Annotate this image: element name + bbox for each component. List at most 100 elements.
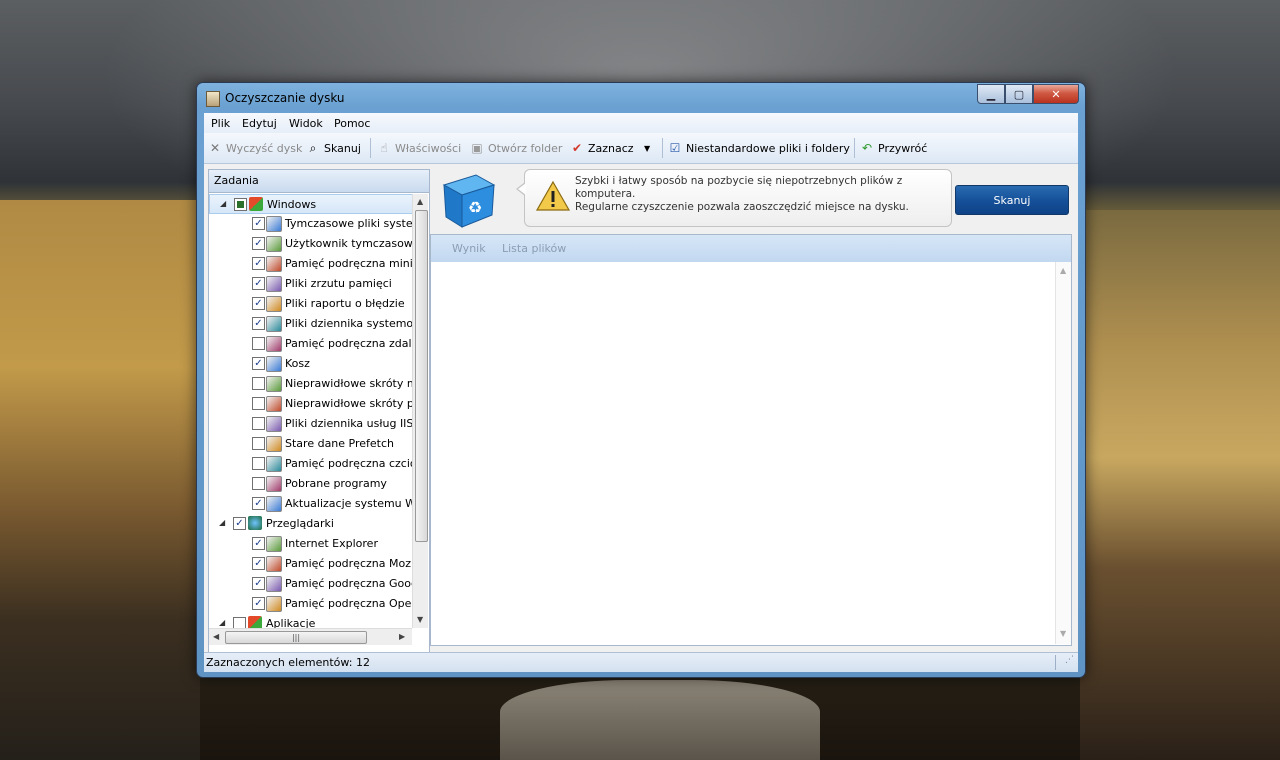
menu-view[interactable]: Widok [289, 117, 323, 130]
menu-file[interactable]: Plik [211, 117, 230, 130]
item-checkbox[interactable]: ✓ [252, 277, 265, 290]
scroll-left-icon[interactable]: ◀ [213, 632, 219, 641]
item-checkbox[interactable] [252, 337, 265, 350]
restore-button[interactable]: ↶ Przywróć [860, 140, 927, 156]
item-checkbox[interactable] [252, 477, 265, 490]
status-text: Zaznaczonych elementów: 12 [206, 656, 370, 669]
tree-item[interactable]: Nieprawidłowe skróty pulp [209, 394, 412, 414]
item-label: Pamięć podręczna zdalneg [285, 337, 412, 350]
group-icon [248, 616, 262, 628]
tree-group[interactable]: ◢ Aplikacje [209, 614, 412, 628]
select-button[interactable]: ✔ Zaznacz [570, 140, 634, 156]
scroll-down-icon[interactable]: ▼ [417, 615, 423, 624]
item-icon [266, 576, 282, 592]
item-checkbox[interactable]: ✓ [252, 357, 265, 370]
item-checkbox[interactable] [252, 377, 265, 390]
tree-item[interactable]: ✓ Internet Explorer [209, 534, 412, 554]
item-icon [266, 296, 282, 312]
item-label: Pamięć podręczna Google ( [285, 577, 412, 590]
collapse-triangle-icon[interactable]: ◢ [219, 618, 228, 627]
window-title: Oczyszczanie dysku [225, 91, 345, 105]
tree-item[interactable]: ✓ Pamięć podręczna miniatur [209, 254, 412, 274]
results-vertical-scrollbar[interactable]: ▲ ▼ [1055, 262, 1071, 644]
scroll-right-icon[interactable]: ▶ [399, 632, 405, 641]
close-button[interactable]: ✕ [1033, 84, 1079, 104]
scroll-down-icon[interactable]: ▼ [1060, 629, 1066, 638]
tree-item[interactable]: ✓ Pamięć podręczna Mozilla F [209, 554, 412, 574]
menu-edit[interactable]: Edytuj [242, 117, 277, 130]
scan-button[interactable]: Skanuj [955, 185, 1069, 215]
minimize-button[interactable]: ▁ [977, 84, 1005, 104]
tab-result[interactable]: Wynik [452, 242, 486, 255]
item-icon [266, 236, 282, 252]
tree-item[interactable]: ✓ Aktualizacje systemu Wind [209, 494, 412, 514]
select-dropdown-arrow[interactable]: ▼ [644, 140, 650, 156]
tree-item[interactable]: Pobrane programy [209, 474, 412, 494]
tree-item[interactable]: Pliki dziennika usług IIS [209, 414, 412, 434]
item-label: Tymczasowe pliki systemu [285, 217, 412, 230]
item-checkbox[interactable] [252, 457, 265, 470]
scroll-up-icon[interactable]: ▲ [1060, 266, 1066, 275]
info-line-2: komputera. [575, 188, 636, 200]
item-checkbox[interactable]: ✓ [252, 217, 265, 230]
tree-item[interactable]: ✓ Użytkownik tymczasowy [209, 234, 412, 254]
tree-item[interactable]: ✓ Pliki raportu o błędzie [209, 294, 412, 314]
toolbar: ✕ Wyczyść dysk ⌕ Skanuj ☝ Właściwości ▣ … [204, 133, 1078, 164]
item-checkbox[interactable]: ✓ [252, 497, 265, 510]
item-checkbox[interactable]: ✓ [252, 237, 265, 250]
maximize-button[interactable]: ▢ [1005, 84, 1033, 104]
item-checkbox[interactable]: ✓ [252, 597, 265, 610]
item-checkbox[interactable]: ✓ [252, 577, 265, 590]
custom-files-button[interactable]: ☑ Niestandardowe pliki i foldery [668, 140, 850, 156]
item-checkbox[interactable]: ✓ [252, 317, 265, 330]
tree-item[interactable]: ✓ Tymczasowe pliki systemu [209, 214, 412, 234]
tree-item[interactable]: ✓ Pamięć podręczna Google ( [209, 574, 412, 594]
clean-disk-button[interactable]: ✕ Wyczyść dysk [208, 140, 302, 156]
group-checkbox[interactable] [233, 617, 246, 628]
scan-toolbar-button[interactable]: ⌕ Skanuj [306, 140, 361, 156]
broom-icon: ✕ [209, 141, 221, 155]
item-label: Pamięć podręczna Mozilla F [285, 557, 412, 570]
properties-button[interactable]: ☝ Właściwości [377, 140, 461, 156]
scroll-thumb[interactable]: ||| [225, 631, 367, 644]
tree-item[interactable]: Pamięć podręczna zdalneg [209, 334, 412, 354]
tree-item[interactable]: ✓ Kosz [209, 354, 412, 374]
toolbar-separator [370, 138, 371, 158]
tree-group[interactable]: ◢ Windows [209, 194, 412, 214]
menu-help[interactable]: Pomoc [334, 117, 370, 130]
item-label: Użytkownik tymczasowy [285, 237, 412, 250]
item-icon [266, 316, 282, 332]
tasks-vertical-scrollbar[interactable]: ▲ ▼ [412, 194, 428, 628]
item-checkbox[interactable]: ✓ [252, 537, 265, 550]
scroll-up-icon[interactable]: ▲ [417, 197, 423, 206]
resize-grip-icon[interactable]: ⋰ [1062, 656, 1074, 669]
magnifier-icon: ⌕ [309, 140, 317, 155]
tree-item[interactable]: ✓ Pliki dziennika systemoweg [209, 314, 412, 334]
open-folder-button[interactable]: ▣ Otwórz folder [470, 140, 562, 156]
item-checkbox[interactable] [252, 417, 265, 430]
tree-item[interactable]: ✓ Pliki zrzutu pamięci [209, 274, 412, 294]
tree-item[interactable]: Stare dane Prefetch [209, 434, 412, 454]
tree-item[interactable]: ✓ Pamięć podręczna Opera [209, 594, 412, 614]
tree-group[interactable]: ◢ ✓ Przeglądarki [209, 514, 412, 534]
group-checkbox[interactable] [234, 198, 247, 211]
app-icon [206, 91, 220, 107]
tab-file-list[interactable]: Lista plików [502, 242, 566, 255]
collapse-triangle-icon[interactable]: ◢ [219, 518, 228, 527]
item-checkbox[interactable] [252, 437, 265, 450]
item-checkbox[interactable] [252, 397, 265, 410]
tree-item[interactable]: Pamięć podręczna czcionki [209, 454, 412, 474]
collapse-triangle-icon[interactable]: ◢ [220, 199, 229, 208]
item-checkbox[interactable]: ✓ [252, 297, 265, 310]
info-line-3: Regularne czyszczenie pozwala zaoszczędz… [575, 201, 909, 213]
group-checkbox[interactable]: ✓ [233, 517, 246, 530]
scroll-thumb[interactable] [415, 210, 428, 542]
group-icon [249, 197, 263, 211]
item-checkbox[interactable]: ✓ [252, 557, 265, 570]
tasks-horizontal-scrollbar[interactable]: ◀ ||| ▶ [209, 628, 412, 645]
item-label: Pamięć podręczna czcionki [285, 457, 412, 470]
tree-item[interactable]: Nieprawidłowe skróty men [209, 374, 412, 394]
wallpaper-right [1080, 210, 1280, 760]
title-bar[interactable]: Oczyszczanie dysku ▁ ▢ ✕ [197, 83, 1085, 113]
item-checkbox[interactable]: ✓ [252, 257, 265, 270]
